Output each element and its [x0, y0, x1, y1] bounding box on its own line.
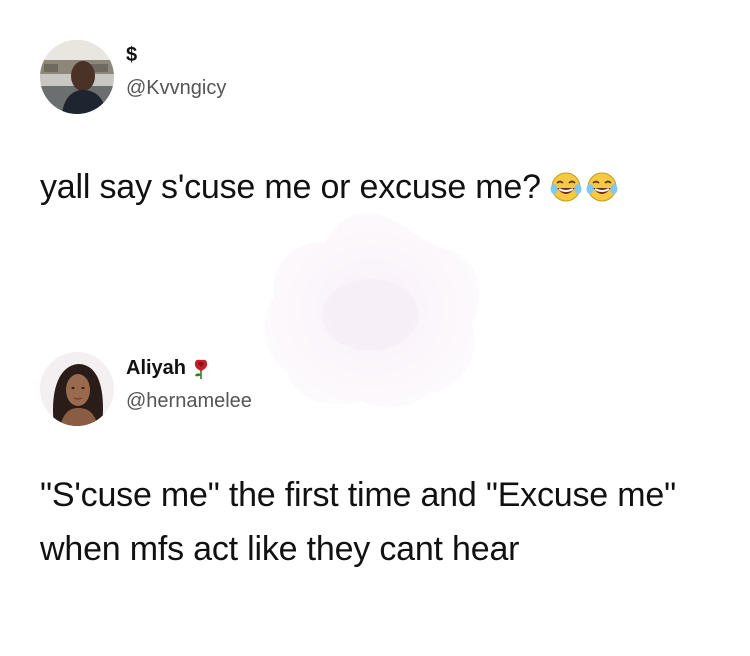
- display-name[interactable]: Aliyah: [126, 357, 186, 380]
- face-with-tears-of-joy-icon: [550, 172, 582, 202]
- profile-photo-icon: [40, 352, 114, 426]
- tweet-text: "S'cuse me" the first time and "Excuse m…: [40, 476, 676, 568]
- tweet-body: yall say s'cuse me or excuse me?: [40, 168, 541, 206]
- rose-icon: [194, 359, 208, 379]
- display-name[interactable]: $: [126, 44, 137, 67]
- profile-photo-icon: [40, 40, 114, 114]
- tweet-card: $ @Kvvngicy yall say s'cuse me or excuse…: [0, 0, 750, 300]
- face-with-tears-of-joy-icon: [586, 172, 618, 202]
- avatar[interactable]: [40, 40, 114, 114]
- tweet-card: Aliyah @hernamelee "S'cuse me" the first…: [0, 330, 750, 656]
- user-handle[interactable]: @hernamelee: [126, 390, 252, 413]
- user-handle[interactable]: @Kvvngicy: [126, 77, 226, 100]
- avatar[interactable]: [40, 352, 114, 426]
- display-name-row: Aliyah: [126, 357, 210, 380]
- display-name-row: $: [126, 44, 137, 67]
- tweet-text: yall say s'cuse me or excuse me?: [40, 160, 619, 214]
- emoji-group: [549, 170, 619, 204]
